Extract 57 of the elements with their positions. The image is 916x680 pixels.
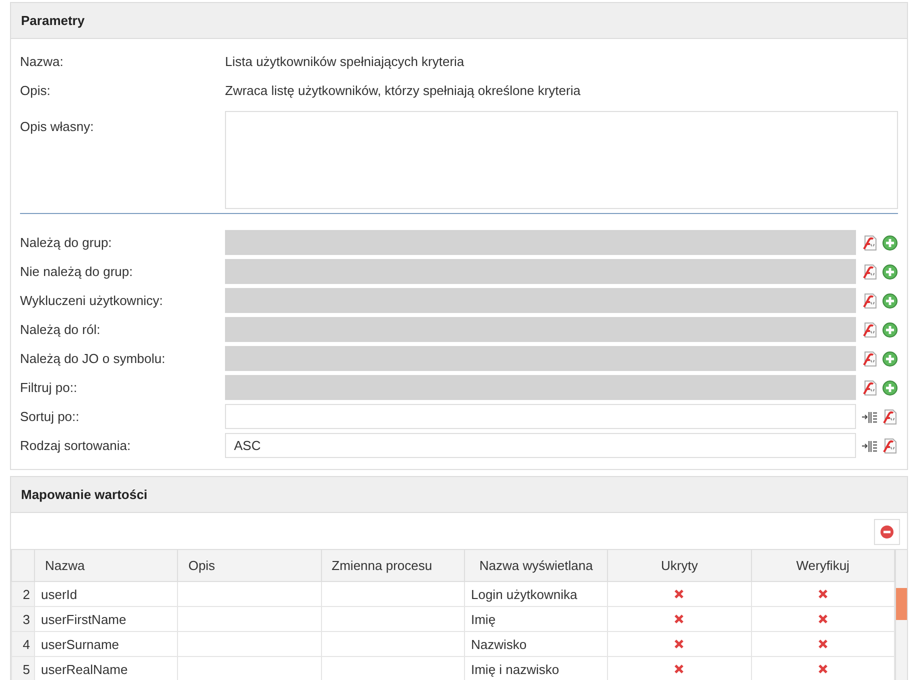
field-label: Opis własny: (20, 118, 95, 134)
field-label: Wykluczeni użytkownicy: (20, 293, 164, 308)
add-icon[interactable] (882, 322, 898, 338)
picker-field[interactable] (225, 346, 856, 371)
field-label: Filtruj po:: (20, 380, 78, 395)
row-number: 2 (12, 582, 34, 606)
add-icon[interactable] (882, 264, 898, 280)
picker-field[interactable] (225, 317, 856, 342)
panel-title: Parametry (21, 13, 85, 28)
script-edit-icon[interactable] (862, 380, 878, 396)
table-cell: userFirstName (34, 606, 178, 632)
add-icon[interactable] (882, 380, 898, 396)
field-label: Należą do grup: (20, 235, 113, 250)
picker-field[interactable] (225, 259, 856, 284)
add-icon[interactable] (882, 292, 898, 308)
add-icon[interactable] (882, 234, 898, 250)
column-header[interactable]: Nazwa wyświetlana (464, 550, 608, 582)
table-cell: userId (34, 582, 178, 606)
column-header[interactable]: Opis (178, 550, 322, 582)
table-cell: userSurname (34, 632, 178, 656)
field-label: Rodzaj sortowania: (20, 438, 132, 453)
picker-field[interactable] (225, 230, 856, 255)
script-edit-icon[interactable] (862, 322, 878, 338)
column-header[interactable]: Ukryty (608, 550, 752, 582)
table-cell: Imię (464, 606, 608, 632)
script-edit-icon[interactable] (862, 292, 878, 308)
add-icon[interactable] (882, 350, 898, 366)
custom-description-field[interactable] (225, 111, 898, 209)
input-field[interactable]: ASC (225, 433, 856, 458)
script-edit-icon[interactable] (862, 264, 878, 280)
field-label: Nie należą do grup: (20, 264, 134, 279)
field-label: Należą do JO o symbolu: (20, 351, 166, 366)
script-edit-icon[interactable] (882, 438, 898, 454)
row-number: 4 (12, 632, 34, 656)
script-edit-icon[interactable] (862, 350, 878, 366)
field-label: Nazwa: (20, 54, 64, 69)
minus-circle-icon (880, 525, 894, 539)
field-label: Należą do ról: (20, 322, 102, 337)
script-edit-icon[interactable] (882, 408, 898, 424)
picker-field[interactable] (225, 375, 856, 400)
row-number: 5 (12, 656, 34, 680)
input-field[interactable] (225, 404, 856, 429)
table-cell: Login użytkownika (464, 582, 608, 606)
column-header[interactable]: Zmienna procesu (321, 550, 464, 582)
panel-title: Mapowanie wartości (21, 487, 148, 502)
field-label: Opis: (20, 83, 52, 98)
field-value: Lista użytkowników spełniających kryteria (225, 54, 464, 69)
script-edit-icon[interactable] (862, 234, 878, 250)
field-label: Sortuj po:: (20, 409, 80, 424)
remove-button[interactable] (874, 519, 900, 545)
picker-field[interactable] (225, 288, 856, 313)
table-cell: Nazwisko (464, 632, 608, 656)
column-header[interactable]: Nazwa (34, 550, 178, 582)
column-header[interactable]: Weryfikuj (751, 550, 895, 582)
row-number: 3 (12, 606, 34, 632)
scrollbar-thumb[interactable] (896, 588, 907, 620)
field-value: Zwraca listę użytkowników, którzy spełniają określone kryteria (225, 83, 580, 98)
